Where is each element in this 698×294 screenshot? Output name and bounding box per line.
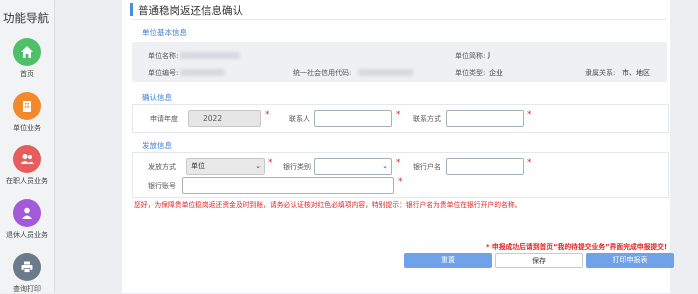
redacted-credit-code <box>358 69 413 76</box>
sidebar-item-label: 在职人员业务 <box>6 177 48 185</box>
person-icon <box>13 199 41 227</box>
year-label: 申请年度 <box>150 115 178 123</box>
print-form-button[interactable]: 打印申报表 <box>586 253 674 268</box>
required-mark: * <box>527 158 532 168</box>
reset-button[interactable]: 重置 <box>404 253 492 268</box>
year-field: 2022 <box>188 110 261 127</box>
save-button[interactable]: 保存 <box>495 253 583 268</box>
sidebar-item-home[interactable]: 首页 <box>0 38 54 79</box>
redacted-unit-name <box>180 52 240 59</box>
red-notice-text: 您好，为保障贵单位稳岗返还资金及时到账，请务必认证核对红色必填项内容，特别提示：… <box>134 201 522 209</box>
account-no-input[interactable] <box>182 177 394 194</box>
method-label: 发放方式 <box>148 163 176 171</box>
title-accent-bar <box>130 3 133 16</box>
bank-type-select[interactable]: ⌄ <box>314 158 392 175</box>
submission-tip: * 申报成功后请到首页“我的待提交业务”界面完成申报提交! <box>486 243 668 251</box>
required-mark: * <box>396 158 401 168</box>
phone-label: 联系方式 <box>413 115 441 123</box>
affiliation-label: 隶属关系: <box>585 69 616 77</box>
account-name-input[interactable] <box>446 158 524 175</box>
contact-label: 联系人 <box>289 115 310 123</box>
unit-abbr-label: 单位简称: <box>455 52 486 60</box>
account-no-label: 银行账号 <box>148 182 176 190</box>
page-title: 普通稳岗返还信息确认 <box>138 5 243 17</box>
section-payment-info-title: 发放信息 <box>142 141 172 150</box>
method-select-value: 单位 <box>191 162 205 170</box>
title-divider <box>132 19 667 20</box>
chevron-down-icon: ⌄ <box>382 162 388 170</box>
unit-type-label: 单位类型: <box>455 69 486 77</box>
redacted-unit-code <box>180 69 225 76</box>
credit-code-label: 统一社会信用代码: <box>293 69 352 77</box>
home-icon <box>13 38 41 66</box>
contact-input[interactable] <box>314 110 392 127</box>
unit-name-label: 单位名称: <box>148 52 179 60</box>
section-confirm-info-title: 确认信息 <box>142 93 172 102</box>
required-mark: * <box>268 158 273 168</box>
sidebar-item-label: 退休人员业务 <box>6 231 48 239</box>
sidebar: 功能导航 首页 单位业务 在职人员业务 退休人员业务 查询打印 <box>0 0 55 293</box>
section-basic-info-title: 单位基本信息 <box>142 28 187 37</box>
required-mark: * <box>265 110 270 120</box>
unit-abbr-value: J <box>488 51 491 59</box>
building-icon <box>13 92 41 120</box>
unit-type-value: 企业 <box>489 69 503 77</box>
sidebar-item-label: 首页 <box>20 70 34 78</box>
sidebar-item-employee-business[interactable]: 在职人员业务 <box>0 145 54 186</box>
account-name-label: 银行户名 <box>413 163 441 171</box>
unit-code-label: 单位编号: <box>148 69 179 77</box>
bank-type-label: 银行类别 <box>283 163 311 171</box>
sidebar-item-retiree-business[interactable]: 退休人员业务 <box>0 199 54 240</box>
affiliation-value: 市、地区 <box>622 69 650 77</box>
sidebar-item-unit-business[interactable]: 单位业务 <box>0 92 54 133</box>
sidebar-item-query-print[interactable]: 查询打印 <box>0 253 54 294</box>
people-icon <box>13 145 41 173</box>
phone-input[interactable] <box>446 110 524 127</box>
sidebar-title: 功能导航 <box>3 11 49 25</box>
sidebar-item-label: 单位业务 <box>13 124 41 132</box>
required-mark: * <box>398 177 403 187</box>
chevron-down-icon: ⌄ <box>255 162 261 170</box>
method-select[interactable]: 单位 ⌄ <box>186 158 265 175</box>
required-mark: * <box>396 110 401 120</box>
required-mark: * <box>527 110 532 120</box>
printer-icon <box>13 253 41 281</box>
